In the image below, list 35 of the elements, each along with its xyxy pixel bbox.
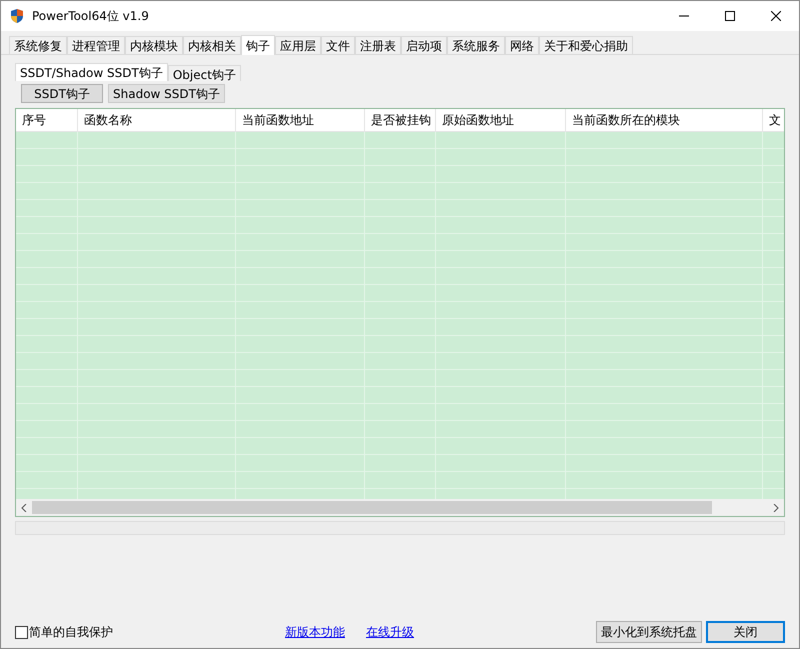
- checkbox[interactable]: [15, 626, 28, 638]
- column-header[interactable]: 函数名称: [78, 109, 236, 131]
- close-icon: [771, 11, 781, 21]
- shield-icon: [9, 8, 25, 24]
- tab[interactable]: 钩子: [241, 35, 275, 55]
- tab[interactable]: 内核模块: [125, 36, 183, 54]
- link[interactable]: 新版本功能: [285, 623, 345, 641]
- footer-button[interactable]: 关闭: [706, 621, 785, 643]
- tab[interactable]: 启动项: [401, 36, 447, 54]
- column-header[interactable]: 是否被挂钩: [365, 109, 436, 131]
- tab[interactable]: 进程管理: [67, 36, 125, 54]
- scroll-right-icon[interactable]: [773, 504, 779, 512]
- hook-button[interactable]: Shadow SSDT钩子: [108, 84, 225, 103]
- column-header[interactable]: 当前函数所在的模块: [566, 109, 763, 131]
- column-header[interactable]: 原始函数地址: [436, 109, 566, 131]
- link[interactable]: 在线升级: [366, 623, 414, 641]
- scroll-left-icon[interactable]: [21, 504, 27, 512]
- column-header[interactable]: 文: [763, 109, 784, 131]
- tab[interactable]: 关于和爱心捐助: [539, 36, 633, 54]
- column-header[interactable]: 当前函数地址: [236, 109, 365, 131]
- tab[interactable]: 文件: [321, 36, 355, 54]
- tab[interactable]: 网络: [505, 36, 539, 54]
- maximize-icon: [725, 11, 735, 21]
- sub-tab[interactable]: Object钩子: [168, 65, 241, 81]
- tab[interactable]: 系统修复: [9, 36, 67, 54]
- hook-button[interactable]: SSDT钩子: [21, 84, 103, 103]
- tab[interactable]: 系统服务: [447, 36, 505, 54]
- footer-button[interactable]: 最小化到系统托盘: [596, 621, 702, 643]
- tab[interactable]: 内核相关: [183, 36, 241, 54]
- checkbox-label: 简单的自我保护: [29, 624, 113, 641]
- tab[interactable]: 注册表: [355, 36, 401, 54]
- sub-tab[interactable]: SSDT/Shadow SSDT钩子: [15, 63, 168, 81]
- tab[interactable]: 应用层: [275, 36, 321, 54]
- window-title: PowerTool64位 v1.9: [32, 8, 149, 25]
- column-header[interactable]: 序号: [16, 109, 78, 131]
